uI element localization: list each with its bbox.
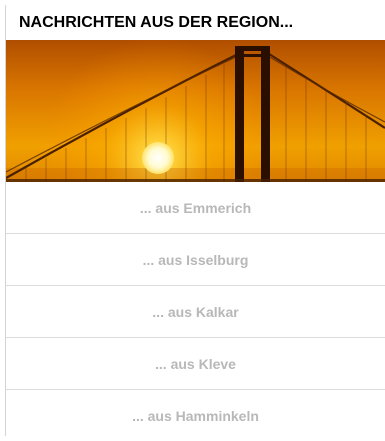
region-link-label: ... aus Kalkar: [152, 303, 239, 320]
region-link-kleve[interactable]: ... aus Kleve: [6, 338, 385, 390]
region-link-label: ... aus Isselburg: [142, 251, 249, 268]
region-link-label: ... aus Hamminkeln: [132, 407, 259, 424]
region-link-label: ... aus Kleve: [155, 355, 236, 372]
region-link-isselburg[interactable]: ... aus Isselburg: [6, 234, 385, 286]
regional-news-widget: NACHRICHTEN AUS DER REGION... ... aus Em…: [5, 5, 385, 436]
region-link-hamminkeln[interactable]: ... aus Hamminkeln: [6, 390, 385, 441]
widget-header: NACHRICHTEN AUS DER REGION...: [6, 5, 385, 40]
region-link-label: ... aus Emmerich: [139, 199, 252, 216]
widget-title: NACHRICHTEN AUS DER REGION...: [19, 13, 294, 31]
region-link-list: ... aus Emmerich ... aus Isselburg ... a…: [6, 182, 385, 441]
region-link-emmerich[interactable]: ... aus Emmerich: [6, 182, 385, 234]
sunset-bridge-image: [6, 40, 385, 182]
region-link-kalkar[interactable]: ... aus Kalkar: [6, 286, 385, 338]
